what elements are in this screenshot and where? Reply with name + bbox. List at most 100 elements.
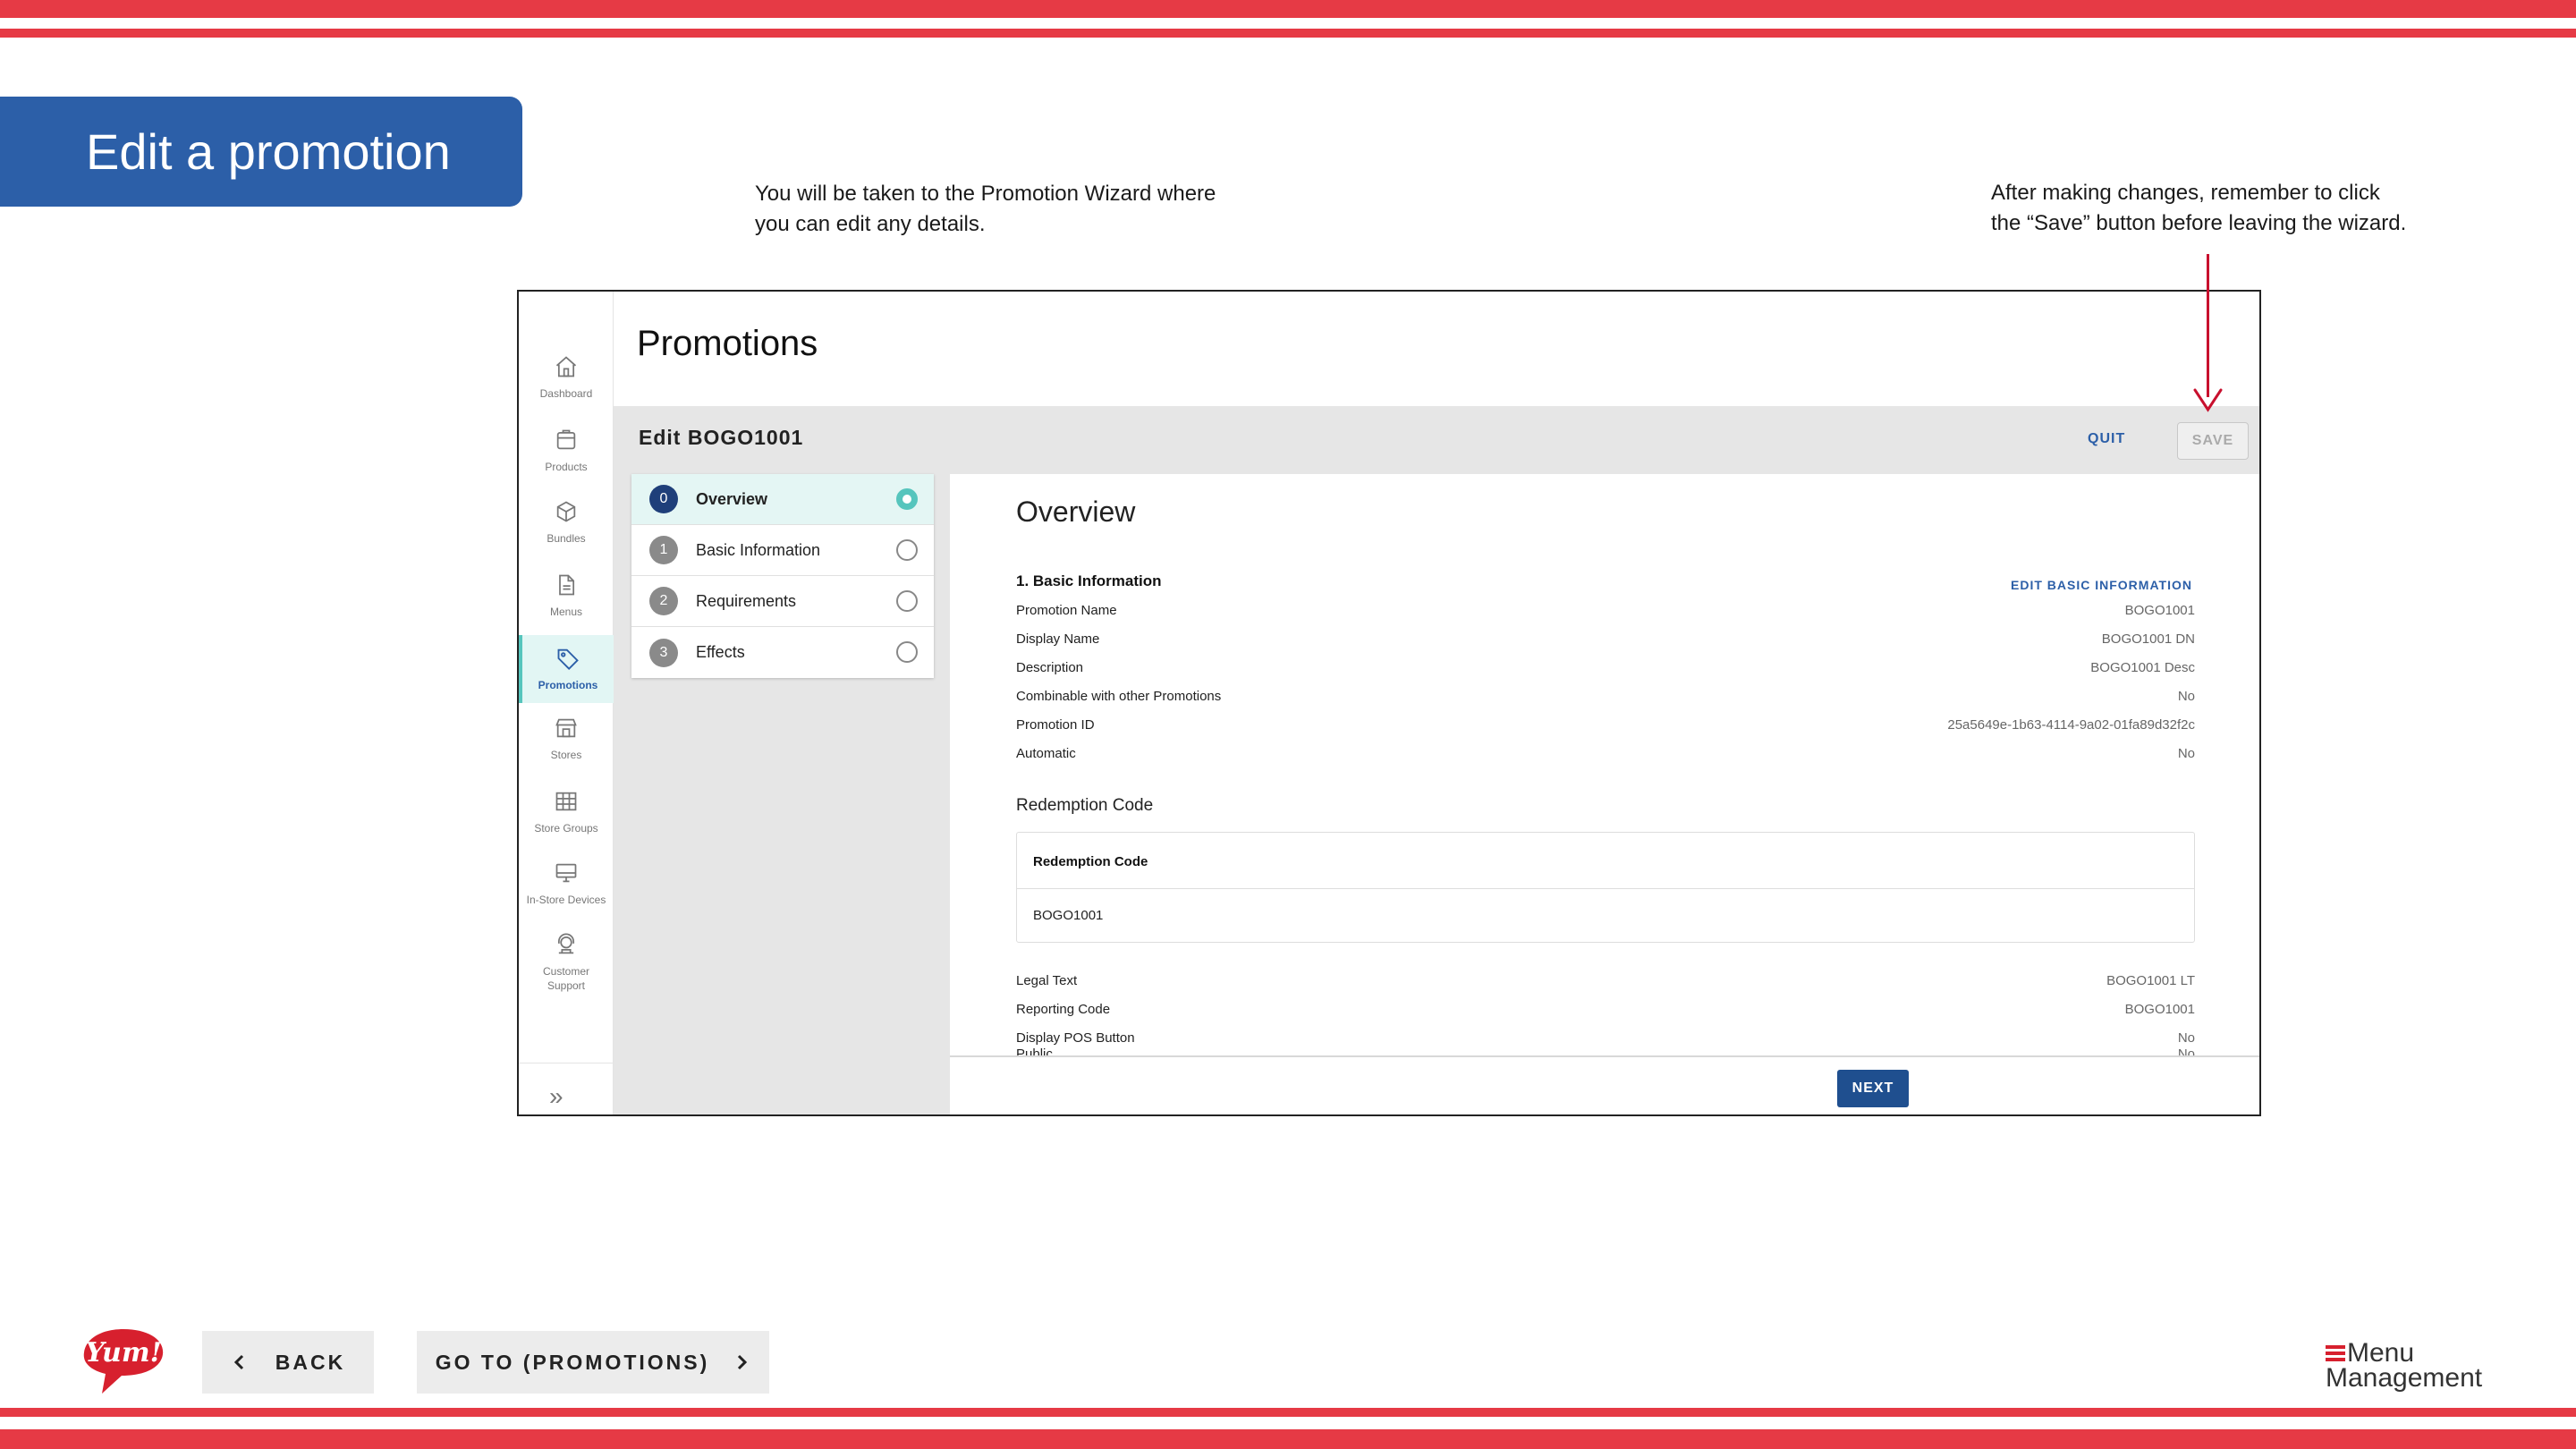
go-to-promotions-button[interactable]: GO TO (PROMOTIONS) (417, 1331, 769, 1394)
redemption-heading: Redemption Code (1016, 796, 1154, 815)
headset-icon (557, 933, 575, 954)
nav-item-products[interactable]: Products (519, 428, 614, 474)
nav-label: Customer Support (542, 965, 589, 992)
field-row: Legal Text BOGO1001 LT (1016, 973, 2195, 995)
back-button[interactable]: BACK (202, 1331, 374, 1394)
field-label: Promotion Name (1016, 603, 1117, 618)
wizard-footer: NEXT (950, 1055, 2259, 1114)
logo-lines-icon (2326, 1352, 2345, 1355)
field-row: Combinable with other Promotions No (1016, 689, 2195, 710)
nav-item-store-groups[interactable]: Store Groups (519, 789, 614, 835)
nav-item-promotions[interactable]: Promotions (519, 635, 614, 703)
arrow-down-icon (2193, 388, 2223, 412)
step-label: Overview (696, 489, 768, 508)
step-effects[interactable]: 3 Effects (631, 627, 934, 678)
step-label: Requirements (696, 591, 797, 610)
field-row: Promotion Name BOGO1001 (1016, 603, 2195, 624)
grid-icon (555, 792, 577, 811)
nav-label: Promotions (538, 679, 598, 691)
back-button-label: BACK (275, 1350, 346, 1374)
table-divider (1017, 888, 2194, 889)
store-icon (555, 718, 577, 738)
edit-basic-information-link[interactable]: EDIT BASIC INFORMATION (2011, 578, 2192, 592)
step-number: 2 (649, 587, 678, 615)
field-label: Public (1016, 1046, 1053, 1055)
quit-button[interactable]: QUIT (2088, 431, 2125, 447)
chevron-left-icon (233, 1354, 243, 1370)
nav-item-bundles[interactable]: Bundles (519, 499, 614, 546)
logo-lines-icon (2326, 1345, 2345, 1349)
step-requirements[interactable]: 2 Requirements (631, 576, 934, 627)
callout-right-line-1: After making changes, remember to click (1991, 181, 2380, 205)
field-row: Display Name BOGO1001 DN (1016, 631, 2195, 653)
save-button[interactable]: SAVE (2177, 422, 2249, 460)
nav-label: Menus (549, 606, 583, 618)
field-label: Description (1016, 660, 1084, 675)
callout-left: You will be taken to the Promotion Wizar… (755, 179, 1216, 240)
nav-label: Products (545, 461, 588, 473)
nav-item-stores[interactable]: Stores (519, 716, 614, 762)
nav-item-menus[interactable]: Menus (519, 572, 614, 619)
bottom-stripe-outer (0, 1429, 2576, 1449)
monitor-icon (555, 863, 577, 883)
slide-title-badge: Edit a promotion (0, 97, 522, 207)
field-label: Legal Text (1016, 973, 1078, 988)
overview-title: Overview (1016, 496, 1136, 528)
expand-rail-icon[interactable]: » (549, 1082, 564, 1111)
nav-label: Store Groups (534, 822, 598, 835)
field-value: BOGO1001 DN (2101, 631, 2195, 647)
menu-management-logo: Menu Management (2326, 1340, 2487, 1395)
step-overview[interactable]: 0 Overview (631, 474, 934, 525)
slide-title: Edit a promotion (86, 123, 451, 180)
app-window: Dashboard Products Bundles Menus Promoti… (517, 290, 2261, 1116)
field-label: Automatic (1016, 746, 1076, 761)
nav-label: Stores (550, 749, 582, 761)
top-stripe-outer (0, 0, 2576, 18)
field-row: Reporting Code BOGO1001 (1016, 1002, 2195, 1023)
wizard-title: Edit BOGO1001 (639, 426, 804, 449)
go-to-button-label: GO TO (PROMOTIONS) (435, 1350, 710, 1374)
box-icon (556, 429, 576, 450)
step-basic-information[interactable]: 1 Basic Information (631, 525, 934, 576)
logo-text-line-2: Management (2326, 1363, 2483, 1393)
field-value: BOGO1001 (2124, 1002, 2195, 1017)
nav-item-customer-support[interactable]: Customer Support (519, 932, 614, 993)
field-value: No (2177, 689, 2195, 704)
page-title: Promotions (637, 324, 818, 363)
table-header: Redemption Code (1033, 854, 1148, 869)
field-row: Automatic No (1016, 746, 2195, 767)
field-value: BOGO1001 (2124, 603, 2195, 618)
field-row: Description BOGO1001 Desc (1016, 660, 2195, 682)
field-label: Promotion ID (1016, 717, 1095, 733)
document-icon (559, 574, 575, 596)
step-label: Effects (696, 643, 745, 661)
field-label: Reporting Code (1016, 1002, 1111, 1017)
next-button[interactable]: NEXT (1837, 1070, 1909, 1107)
table-cell: BOGO1001 (1033, 908, 1104, 923)
field-label: Display POS Button (1016, 1030, 1135, 1046)
field-row: Promotion ID 25a5649e-1b63-4114-9a02-01fa… (1016, 717, 2195, 739)
step-status-radio (896, 488, 918, 510)
callout-arrow-line (2207, 254, 2209, 397)
nav-label: Bundles (547, 532, 586, 545)
overview-panel: Overview 1. Basic Information EDIT BASIC… (950, 474, 2259, 1114)
nav-item-dashboard[interactable]: Dashboard (519, 354, 614, 401)
yum-logo: Yum! (83, 1329, 164, 1394)
step-label: Basic Information (696, 540, 821, 559)
home-icon (555, 356, 577, 377)
field-label: Display Name (1016, 631, 1100, 647)
callout-right-line-2: the “Save” button before leaving the wiz… (1991, 211, 2407, 235)
step-status-radio (896, 641, 918, 663)
field-value: BOGO1001 Desc (2090, 660, 2195, 675)
step-number: 1 (649, 536, 678, 564)
field-value: No (2177, 746, 2195, 761)
step-status-radio (896, 539, 918, 561)
field-label: Combinable with other Promotions (1016, 689, 1222, 704)
svg-text:Yum!: Yum! (85, 1337, 162, 1368)
overview-scroll-area[interactable]: Overview 1. Basic Information EDIT BASIC… (950, 474, 2259, 1055)
step-status-radio (896, 590, 918, 612)
tag-icon (557, 648, 579, 670)
nav-item-in-store-devices[interactable]: In-Store Devices (519, 860, 614, 907)
field-row: Public No (1016, 1046, 2195, 1055)
nav-rail: Dashboard Products Bundles Menus Promoti… (519, 292, 614, 1114)
